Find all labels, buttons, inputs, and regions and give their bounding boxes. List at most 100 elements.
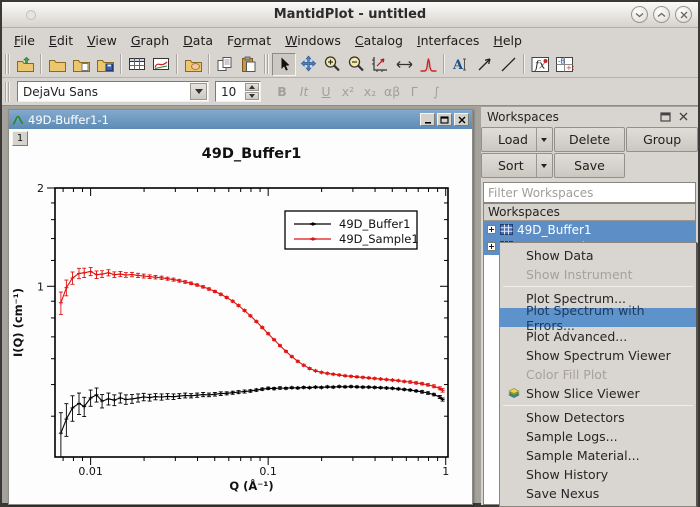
app-icon — [26, 10, 36, 20]
menu-file[interactable]: File — [7, 31, 42, 50]
sort-button[interactable]: Sort — [481, 153, 553, 178]
table-values-icon[interactable]: -B+c — [552, 53, 576, 76]
svg-text:-B: -B — [558, 57, 565, 65]
copy-icon[interactable] — [213, 53, 237, 76]
font-family-value: DejaVu Sans — [18, 85, 190, 99]
svg-text:I(Q) (cm⁻¹): I(Q) (cm⁻¹) — [11, 288, 25, 357]
pick-peak-icon[interactable] — [416, 53, 440, 76]
menu-separator — [503, 405, 693, 406]
menu-item-show-data[interactable]: Show Data — [500, 246, 696, 265]
group-button[interactable]: Group — [626, 127, 698, 152]
svg-text:0.1: 0.1 — [259, 465, 277, 478]
pointer-select-icon[interactable] — [272, 53, 296, 76]
svg-text:Q (Å⁻¹): Q (Å⁻¹) — [229, 478, 273, 493]
svg-text:1: 1 — [37, 280, 44, 293]
menu-item-save-nexus[interactable]: Save Nexus — [500, 484, 696, 503]
maximize-button[interactable] — [653, 6, 670, 23]
menu-item-plot-spectrum-with-errors[interactable]: Plot Spectrum with Errors... — [500, 308, 696, 327]
underline-button: U — [315, 81, 337, 103]
menu-item-show-slice-viewer[interactable]: Show Slice Viewer — [500, 384, 696, 403]
expand-icon[interactable] — [487, 242, 496, 251]
workspace-item-49d-buffer1[interactable]: 49D_Buffer1 — [484, 221, 695, 238]
font-size-stepper[interactable]: 10 — [215, 81, 261, 102]
workspaces-tree-header: Workspaces — [484, 204, 695, 221]
menu-item-show-history[interactable]: Show History — [500, 465, 696, 484]
spin-down-icon[interactable] — [245, 92, 259, 100]
rescale-axes-icon[interactable] — [368, 53, 392, 76]
save-button[interactable]: Save — [554, 153, 626, 178]
integral-button: ∫ — [425, 81, 447, 103]
svg-text:49D_Buffer1: 49D_Buffer1 — [202, 146, 302, 162]
chevron-down-icon[interactable] — [190, 83, 207, 100]
close-button[interactable] — [675, 6, 692, 23]
slice-viewer-icon — [500, 388, 526, 400]
menu-windows[interactable]: Windows — [278, 31, 348, 50]
menu-view[interactable]: View — [80, 31, 124, 50]
select-data-range-icon[interactable] — [392, 53, 416, 76]
minimize-window-icon[interactable] — [420, 113, 435, 126]
menu-item-show-spectrum-viewer[interactable]: Show Spectrum Viewer — [500, 346, 696, 365]
menu-interfaces[interactable]: Interfaces — [410, 31, 486, 50]
spin-up-icon[interactable] — [245, 83, 259, 91]
menu-graph[interactable]: Graph — [124, 31, 176, 50]
menu-edit[interactable]: Edit — [42, 31, 80, 50]
delete-button[interactable]: Delete — [554, 127, 626, 152]
new-project-icon[interactable] — [45, 53, 69, 76]
menu-item-sample-logs[interactable]: Sample Logs... — [500, 427, 696, 446]
zoom-out-icon[interactable] — [344, 53, 368, 76]
chart: 49D_Buffer10.010.1121Q (Å⁻¹)I(Q) (cm⁻¹)4… — [9, 129, 471, 504]
add-label-icon[interactable]: A — [448, 53, 472, 76]
gamma-button: Γ — [403, 81, 425, 103]
maximize-window-icon[interactable] — [437, 113, 452, 126]
font-family-select[interactable]: DejaVu Sans — [17, 81, 209, 102]
open-project-icon[interactable] — [13, 53, 37, 76]
toolbar-handle[interactable] — [5, 54, 10, 74]
graph-window-icon — [12, 114, 24, 126]
workspace-name: 49D_Buffer1 — [517, 223, 592, 237]
menu-item-color-fill-plot: Color Fill Plot — [500, 365, 696, 384]
window-titlebar[interactable]: MantidPlot - untitled — [2, 2, 698, 28]
context-menu: Show Data Show Instrument Plot Spectrum.… — [499, 242, 697, 507]
workspaces-dock-title: Workspaces — [487, 110, 559, 124]
svg-text:0.01: 0.01 — [78, 465, 103, 478]
paste-icon[interactable] — [237, 53, 261, 76]
close-window-icon[interactable] — [454, 113, 469, 126]
toolbar-handle[interactable] — [264, 54, 269, 74]
greek-button: αβ — [381, 81, 403, 103]
dropdown-arrow-icon[interactable] — [536, 154, 552, 177]
menu-help[interactable]: Help — [486, 31, 529, 50]
minimize-button[interactable] — [631, 6, 648, 23]
close-panel-icon[interactable] — [676, 110, 690, 123]
manage-directories-icon[interactable] — [181, 53, 205, 76]
new-graph-icon[interactable] — [149, 53, 173, 76]
mantidplot-window: MantidPlot - untitled File Edit View Gra… — [0, 0, 700, 505]
plot-canvas[interactable]: 1 49D_Buffer10.010.1121Q (Å⁻¹)I(Q) (cm⁻¹… — [9, 129, 472, 504]
save-project-icon[interactable] — [93, 53, 117, 76]
float-panel-icon[interactable] — [658, 110, 672, 123]
expand-icon[interactable] — [487, 225, 496, 234]
load-button[interactable]: Load — [481, 127, 553, 152]
new-table-icon[interactable] — [125, 53, 149, 76]
draw-arrow-icon[interactable] — [472, 53, 496, 76]
toolbar-handle[interactable] — [5, 82, 10, 102]
menu-data[interactable]: Data — [176, 31, 220, 50]
menu-format[interactable]: Format — [220, 31, 278, 50]
zoom-in-icon[interactable] — [320, 53, 344, 76]
workspaces-dock-titlebar[interactable]: Workspaces — [481, 107, 698, 126]
menu-bar: File Edit View Graph Data Format Windows… — [2, 29, 698, 51]
window-title: MantidPlot - untitled — [2, 7, 698, 22]
plot-window-title: 49D-Buffer1-1 — [24, 113, 420, 127]
menu-item-sample-material[interactable]: Sample Material... — [500, 446, 696, 465]
plot-window-titlebar[interactable]: 49D-Buffer1-1 — [9, 110, 472, 129]
pan-icon[interactable] — [296, 53, 320, 76]
main-toolbar: A fx -B+c — [2, 51, 698, 78]
draw-line-icon[interactable] — [496, 53, 520, 76]
menu-catalog[interactable]: Catalog — [348, 31, 410, 50]
dropdown-arrow-icon[interactable] — [536, 128, 552, 151]
subscript-button: x₂ — [359, 81, 381, 103]
add-function-icon[interactable]: fx — [528, 53, 552, 76]
menu-item-show-instrument: Show Instrument — [500, 265, 696, 284]
menu-item-show-detectors[interactable]: Show Detectors — [500, 408, 696, 427]
open-folder-icon[interactable] — [69, 53, 93, 76]
filter-workspaces-input[interactable] — [483, 182, 696, 203]
